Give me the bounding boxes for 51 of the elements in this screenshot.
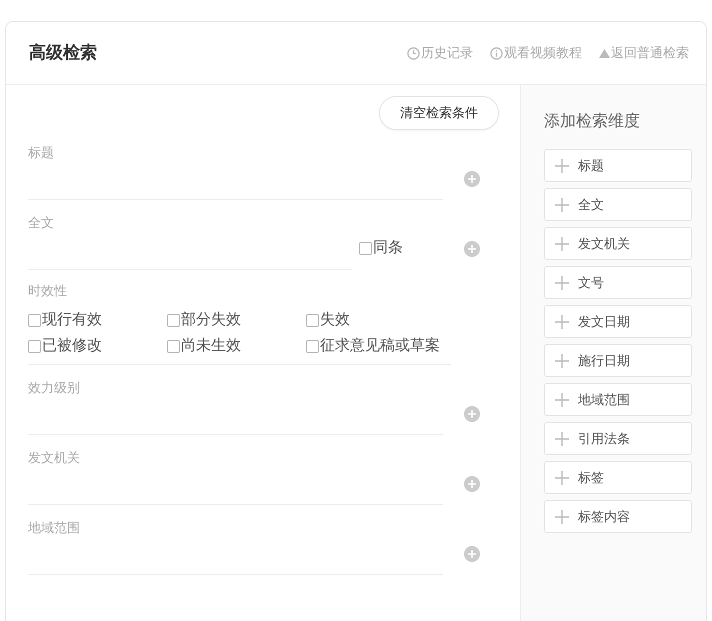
- info-icon: [490, 46, 503, 60]
- plus-icon: [555, 276, 569, 290]
- checkbox[interactable]: [359, 242, 372, 254]
- plus-icon: [555, 236, 569, 250]
- add-icon[interactable]: [464, 241, 480, 257]
- plus-icon: [555, 198, 569, 212]
- field-label: 时效性: [28, 282, 68, 300]
- option-label: 失效: [320, 310, 350, 330]
- add-dimension-button[interactable]: 标签内容: [544, 500, 692, 533]
- checkbox[interactable]: [28, 314, 41, 326]
- add-dimension-button[interactable]: 施行日期: [544, 344, 692, 377]
- field-label: 全文: [28, 214, 55, 232]
- add-dimension-button[interactable]: 标签: [544, 461, 692, 494]
- plus-icon: [555, 158, 569, 172]
- checkbox[interactable]: [28, 340, 41, 352]
- checkbox[interactable]: [306, 340, 319, 352]
- clock-icon: [407, 46, 420, 60]
- add-icon[interactable]: [464, 406, 480, 422]
- add-dimension-button[interactable]: 发文日期: [544, 305, 692, 338]
- add-icon[interactable]: [464, 476, 480, 492]
- add-dimension-button[interactable]: 文号: [544, 266, 692, 299]
- option-label: 已被修改: [42, 336, 102, 356]
- add-icon[interactable]: [464, 546, 480, 562]
- add-dimension-button[interactable]: 标题: [544, 149, 692, 182]
- add-dimension-button[interactable]: 发文机关: [544, 227, 692, 260]
- field-label: 发文机关: [28, 449, 81, 467]
- checkbox[interactable]: [306, 314, 319, 326]
- plus-icon: [555, 470, 569, 484]
- field-label: 地域范围: [28, 519, 81, 537]
- option-label: 现行有效: [42, 310, 102, 330]
- field-label: 效力级别: [28, 379, 81, 397]
- option-label: 部分失效: [181, 310, 241, 330]
- plus-icon: [555, 314, 569, 328]
- plus-icon: [555, 392, 569, 406]
- plus-icon: [555, 510, 569, 524]
- add-dimension-button[interactable]: 全文: [544, 188, 692, 221]
- triangle-up-icon: [599, 48, 610, 58]
- option-label: 尚未生效: [181, 336, 241, 356]
- plus-icon: [555, 432, 569, 446]
- field-label: 标题: [28, 144, 55, 162]
- option-label: 同条: [373, 238, 403, 258]
- plus-icon: [555, 354, 569, 368]
- add-dimension-button[interactable]: 地域范围: [544, 383, 692, 416]
- add-dimension-button[interactable]: 引用法条: [544, 422, 692, 455]
- clear-conditions-button[interactable]: 清空检索条件: [379, 96, 499, 130]
- sidebar-title: 添加检索维度: [544, 112, 641, 132]
- page-title: 高级检索: [29, 42, 97, 64]
- add-icon[interactable]: [464, 171, 480, 187]
- checkbox[interactable]: [167, 340, 180, 352]
- checkbox[interactable]: [167, 314, 180, 326]
- option-label: 征求意见稿或草案: [320, 336, 440, 356]
